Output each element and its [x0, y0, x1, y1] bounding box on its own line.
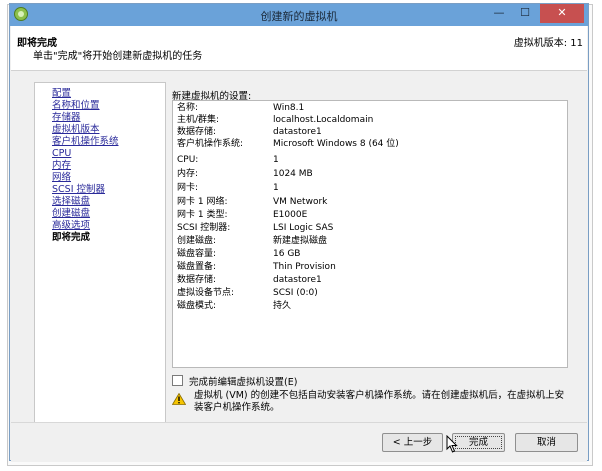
summary-row: 磁盘容量: 16 GB	[175, 248, 565, 260]
finish-button[interactable]: 完成	[452, 433, 505, 452]
summary-value: 1024 MB	[273, 169, 313, 179]
nav-item-guest-os[interactable]: 客户机操作系统	[52, 136, 119, 148]
wizard-window: 创建新的虚拟机 — ☐ ✕ 即将完成 单击"完成"将开始创建新虚拟机的任务 虚拟…	[9, 3, 589, 462]
minimize-button[interactable]: —	[486, 4, 512, 23]
summary-row: 主机/群集: localhost.Localdomain	[175, 114, 565, 126]
summary-row: 虚拟设备节点: SCSI (0:0)	[175, 287, 565, 299]
summary-value: VM Network	[273, 197, 328, 207]
settings-summary-panel: 名称: Win8.1 主机/群集: localhost.Localdomain 数据…	[172, 100, 568, 368]
summary-row: 创建磁盘: 新建虚拟磁盘	[175, 235, 565, 247]
summary-row: 磁盘模式: 持久	[175, 300, 565, 312]
summary-value: datastore1	[273, 127, 322, 137]
summary-row: 网卡: 1	[175, 182, 565, 194]
back-button[interactable]: < 上一步	[382, 433, 443, 452]
summary-key: 磁盘容量:	[177, 249, 217, 259]
summary-key: 主机/群集:	[177, 115, 220, 125]
summary-value: localhost.Localdomain	[273, 115, 374, 125]
summary-key: 网卡 1 网络:	[177, 197, 228, 207]
edit-settings-label[interactable]: 完成前编辑虚拟机设置(E)	[189, 377, 297, 388]
summary-value: SCSI (0:0)	[273, 288, 318, 298]
nav-item-scsi-controller[interactable]: SCSI 控制器	[52, 184, 105, 196]
summary-row: 客户机操作系统: Microsoft Windows 8 (64 位)	[175, 138, 565, 150]
nav-item-advanced-options[interactable]: 高级选项	[52, 220, 90, 232]
nav-item-select-disk[interactable]: 选择磁盘	[52, 196, 90, 208]
summary-row: 数据存储: datastore1	[175, 274, 565, 286]
summary-key: 网卡 1 类型:	[177, 210, 228, 220]
summary-row: 磁盘置备: Thin Provision	[175, 261, 565, 273]
wizard-step-nav: 配置 名称和位置 存储器 虚拟机版本 客户机操作系统 CPU 内存 网络 SCS…	[34, 82, 166, 424]
nav-item-ready-to-complete: 即将完成	[52, 232, 91, 243]
summary-row: SCSI 控制器: LSI Logic SAS	[175, 222, 565, 234]
summary-value: 持久	[273, 301, 292, 311]
summary-value: datastore1	[273, 275, 322, 285]
summary-key: CPU:	[177, 155, 199, 165]
wizard-body: 配置 名称和位置 存储器 虚拟机版本 客户机操作系统 CPU 内存 网络 SCS…	[11, 71, 587, 424]
nav-item-memory[interactable]: 内存	[52, 160, 71, 172]
summary-key: 创建磁盘:	[177, 236, 217, 246]
summary-value: 1	[273, 183, 279, 193]
summary-row: 名称: Win8.1	[175, 102, 565, 114]
summary-row: 网卡 1 网络: VM Network	[175, 196, 565, 208]
summary-value: Win8.1	[273, 103, 305, 113]
summary-value: 1	[273, 155, 279, 165]
cancel-button[interactable]: 取消	[515, 433, 578, 452]
warning-triangle-icon	[172, 393, 186, 405]
edit-settings-option[interactable]: 完成前编辑虚拟机设置(E)	[172, 374, 297, 388]
nav-item-cpu[interactable]: CPU	[52, 148, 71, 160]
summary-key: 数据存储:	[177, 127, 217, 137]
nav-item-configuration[interactable]: 配置	[52, 88, 71, 100]
mouse-cursor-icon	[446, 435, 458, 453]
summary-value: LSI Logic SAS	[273, 223, 334, 233]
warning-text: 虚拟机 (VM) 的创建不包括自动安装客户机操作系统。请在创建虚拟机后，在虚拟机…	[194, 390, 565, 413]
nav-item-vm-version[interactable]: 虚拟机版本	[52, 124, 100, 136]
summary-key: 虚拟设备节点:	[177, 288, 235, 298]
summary-key: 名称:	[177, 103, 199, 113]
summary-key: 内存:	[177, 169, 199, 179]
nav-item-network[interactable]: 网络	[52, 172, 71, 184]
summary-row: CPU: 1	[175, 154, 565, 166]
summary-key: 网卡:	[177, 183, 199, 193]
nav-item-create-disk[interactable]: 创建磁盘	[52, 208, 90, 220]
wizard-footer: < 上一步 完成 取消	[11, 422, 587, 462]
summary-key: SCSI 控制器:	[177, 223, 231, 233]
summary-row: 内存: 1024 MB	[175, 168, 565, 180]
summary-key: 磁盘置备:	[177, 262, 217, 272]
summary-value: 新建虚拟磁盘	[273, 236, 328, 246]
title-bar[interactable]: 创建新的虚拟机 — ☐ ✕	[10, 4, 588, 26]
summary-value: E1000E	[273, 210, 308, 220]
summary-row: 网卡 1 类型: E1000E	[175, 209, 565, 221]
close-button[interactable]: ✕	[540, 4, 584, 23]
summary-key: 数据存储:	[177, 275, 217, 285]
summary-key: 客户机操作系统:	[177, 139, 244, 149]
nav-item-storage[interactable]: 存储器	[52, 112, 81, 124]
nav-item-name-location[interactable]: 名称和位置	[52, 100, 100, 112]
maximize-button[interactable]: ☐	[512, 4, 538, 23]
edit-settings-checkbox[interactable]	[172, 375, 183, 386]
summary-key: 磁盘模式:	[177, 301, 217, 311]
page-subtitle: 单击"完成"将开始创建新虚拟机的任务	[33, 51, 203, 62]
vm-version-label: 虚拟机版本: 11	[513, 38, 583, 49]
summary-value: Thin Provision	[273, 262, 336, 272]
wizard-header: 即将完成 单击"完成"将开始创建新虚拟机的任务 虚拟机版本: 11	[11, 26, 587, 71]
summary-row: 数据存储: datastore1	[175, 126, 565, 138]
summary-value: Microsoft Windows 8 (64 位)	[273, 139, 399, 149]
summary-value: 16 GB	[273, 249, 301, 259]
